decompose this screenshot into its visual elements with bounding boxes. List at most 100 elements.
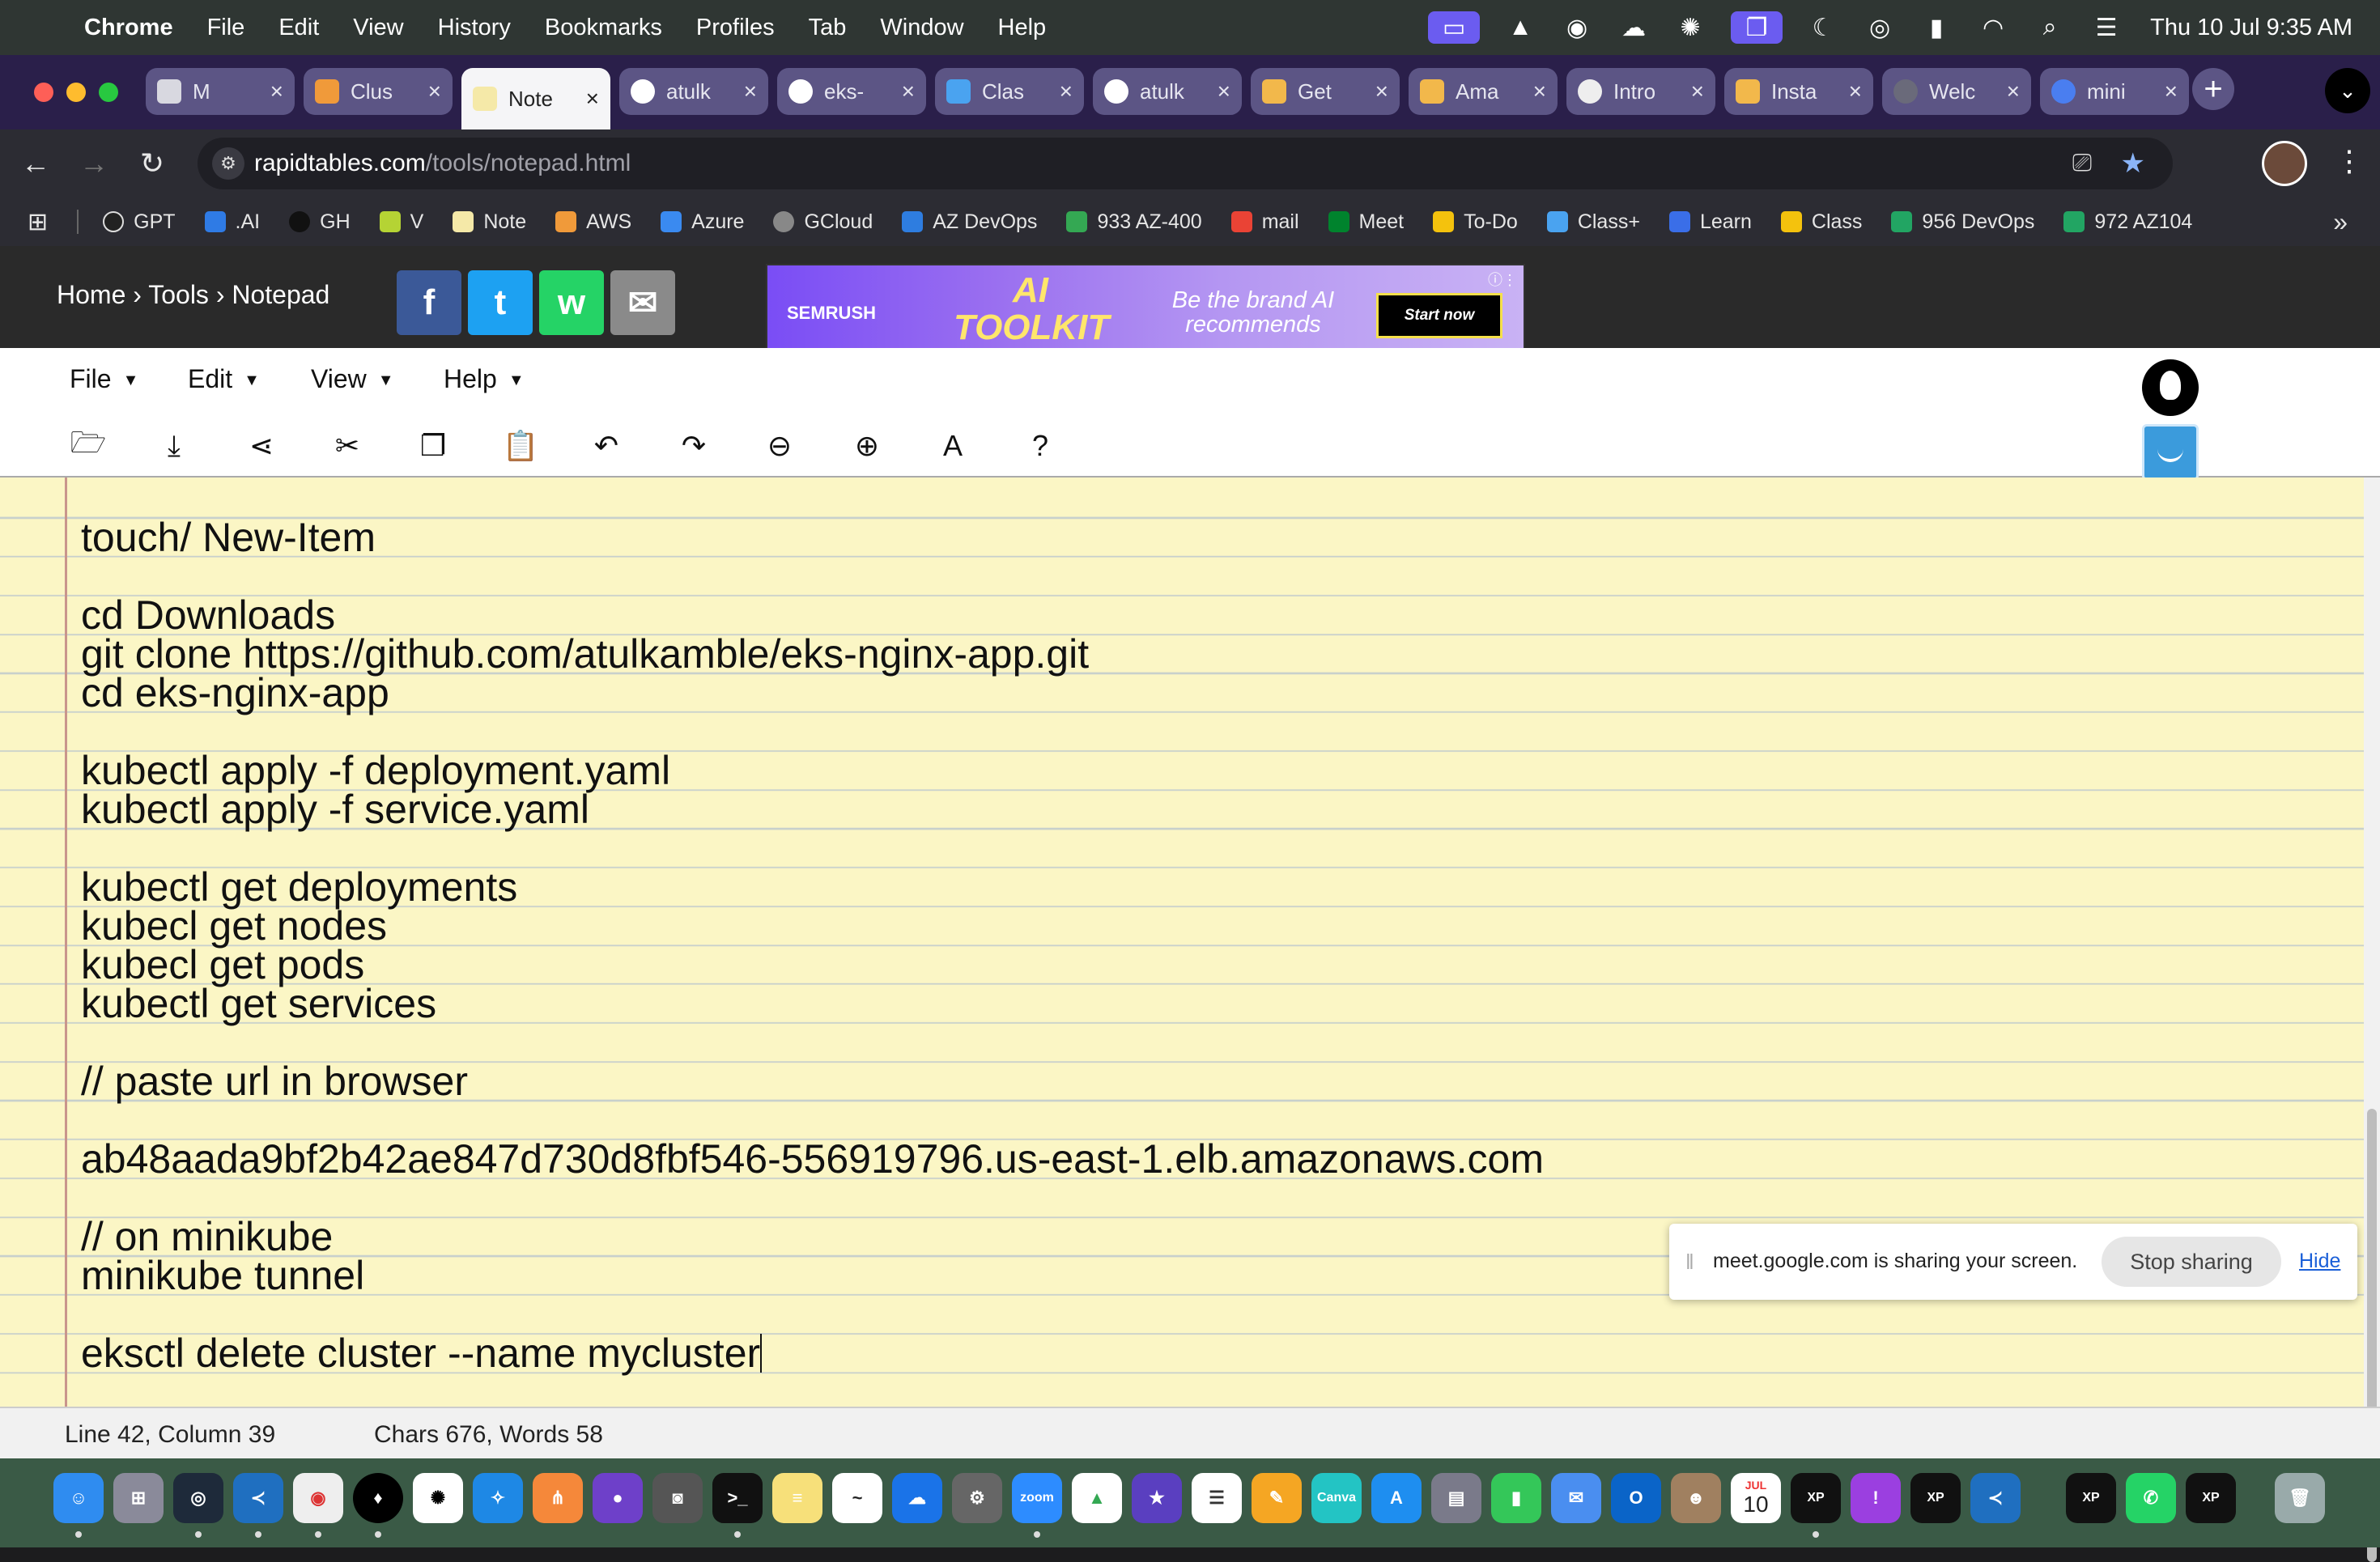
tab-8[interactable]: Ama × <box>1409 68 1558 115</box>
bookmark-933-az-400[interactable]: 933 AZ-400 <box>1066 210 1202 234</box>
bookmark-mail[interactable]: mail <box>1230 210 1299 234</box>
tab-11[interactable]: Welc × <box>1882 68 2031 115</box>
undo-icon[interactable]: ↶ <box>588 427 625 465</box>
close-tab-icon[interactable]: × <box>1375 79 1388 104</box>
mail-icon[interactable]: ✉ <box>1551 1473 1601 1523</box>
email-share-icon[interactable]: ✉ <box>610 270 675 335</box>
editor-menu-help[interactable]: Help ▼ <box>444 364 525 394</box>
whatsapp-share-icon[interactable]: w <box>539 270 604 335</box>
close-tab-icon[interactable]: × <box>1218 79 1230 104</box>
xppen-icon[interactable]: XP <box>1791 1473 1841 1523</box>
drive-icon[interactable]: ▲ <box>1504 11 1536 44</box>
tab-search-chevron-icon[interactable]: ⌄ <box>2325 68 2370 113</box>
bookmark-ai[interactable]: .AI <box>204 210 260 234</box>
contacts-icon[interactable]: ☻ <box>1671 1473 1721 1523</box>
ad-info-icon[interactable]: ⓘ⋮ <box>1488 269 1517 290</box>
breadcrumb[interactable]: Home › Tools › Notepad <box>57 280 329 310</box>
preview-icon[interactable]: ▤ <box>1431 1473 1481 1523</box>
new-tab-button[interactable]: + <box>2192 68 2234 110</box>
close-tab-icon[interactable]: × <box>1691 79 1704 104</box>
minimize-window-button[interactable] <box>66 83 86 102</box>
menu-app-name[interactable]: Chrome <box>84 15 173 41</box>
launchpad-icon[interactable]: ⊞ <box>113 1473 164 1523</box>
open-folder-icon[interactable]: 🗁 <box>70 426 107 465</box>
imovie-icon[interactable]: ★ <box>1132 1473 1182 1523</box>
canva-icon[interactable]: Canva <box>1311 1473 1362 1523</box>
hide-share-notice-link[interactable]: Hide <box>2299 1250 2340 1273</box>
tab-0[interactable]: M × <box>146 68 295 115</box>
system-settings-icon[interactable]: ⚙ <box>952 1473 1002 1523</box>
paste-clipboard-icon[interactable]: 📋 <box>502 427 539 465</box>
numbers-icon[interactable]: ▮ <box>1491 1473 1541 1523</box>
tab-5[interactable]: Clas × <box>935 68 1084 115</box>
trash-icon[interactable]: 🗑 <box>2275 1473 2325 1523</box>
menu-profiles[interactable]: Profiles <box>696 15 775 41</box>
editor-menu-edit[interactable]: Edit ▼ <box>188 364 260 394</box>
menu-history[interactable]: History <box>438 15 511 41</box>
redo-icon[interactable]: ↷ <box>675 427 712 465</box>
wifi-icon[interactable]: ◠ <box>1977 11 2009 44</box>
reload-icon[interactable]: ↻ <box>133 144 172 183</box>
twitter-share-icon[interactable]: t <box>468 270 533 335</box>
menu-file[interactable]: File <box>207 15 245 41</box>
close-tab-icon[interactable]: × <box>586 86 599 112</box>
xppen-icon[interactable]: XP <box>2186 1473 2236 1523</box>
apps-grid-icon[interactable]: ⊞ <box>28 208 48 236</box>
editor-text[interactable]: touch/ New-Item cd Downloads git clone ht… <box>81 479 1544 1407</box>
zoom-in-icon[interactable]: ⊕ <box>848 427 886 465</box>
spotlight-search-icon[interactable]: ⌕ <box>2034 11 2066 44</box>
editor-scrollbar[interactable] <box>2364 478 2380 1562</box>
zoom-window-button[interactable] <box>99 83 118 102</box>
ad-banner[interactable]: SEMRUSH AI TOOLKIT Be the brand AI recom… <box>766 264 1525 361</box>
close-tab-icon[interactable]: × <box>1533 79 1546 104</box>
menu-tab[interactable]: Tab <box>809 15 847 41</box>
extension-logo-icon[interactable] <box>2142 359 2199 416</box>
xppen-icon[interactable]: XP <box>2066 1473 2116 1523</box>
menu-window[interactable]: Window <box>880 15 963 41</box>
tab-2[interactable]: Note × <box>461 68 610 129</box>
tab-9[interactable]: Intro × <box>1566 68 1715 115</box>
facebook-share-icon[interactable]: f <box>397 270 461 335</box>
finder-icon[interactable]: ☺ <box>53 1473 104 1523</box>
onedrive-icon[interactable]: ☁ <box>892 1473 942 1523</box>
feedback-widget-icon[interactable] <box>2142 424 2199 481</box>
freeform-icon[interactable]: ~ <box>832 1473 882 1523</box>
download-icon[interactable]: ⤓ <box>155 427 193 465</box>
focus-moon-icon[interactable]: ☾ <box>1807 11 1839 44</box>
bookmark-az-devops[interactable]: AZ DevOps <box>902 210 1037 234</box>
pages-icon[interactable]: ✎ <box>1252 1473 1302 1523</box>
reminders-icon[interactable]: ☰ <box>1192 1473 1242 1523</box>
chatgpt-app-icon[interactable]: ✺ <box>413 1473 463 1523</box>
bookmark-azure[interactable]: Azure <box>661 210 744 234</box>
spellcheck-icon[interactable]: A <box>934 427 971 465</box>
window-switcher-icon[interactable]: ❐ <box>1731 11 1783 44</box>
site-info-icon[interactable]: ⚙ <box>212 147 244 180</box>
vscode-icon[interactable]: ≺ <box>233 1473 283 1523</box>
ghost-app-icon[interactable]: ♦ <box>353 1473 403 1523</box>
zoom-icon[interactable]: zoom <box>1012 1473 1062 1523</box>
drag-handle-icon[interactable]: ‖ <box>1685 1250 1694 1275</box>
chrome-icon[interactable]: ◉ <box>293 1473 343 1523</box>
bookmark-gh[interactable]: GH <box>289 210 351 234</box>
menubar-clock[interactable]: Thu 10 Jul 9:35 AM <box>2150 15 2352 41</box>
bookmark-972-az104[interactable]: 972 AZ104 <box>2063 210 2192 234</box>
google-drive-icon[interactable]: ▲ <box>1072 1473 1122 1523</box>
back-arrow-icon[interactable]: ← <box>16 144 55 183</box>
menu-bookmarks[interactable]: Bookmarks <box>545 15 662 41</box>
bookmark-aws[interactable]: AWS <box>555 210 631 234</box>
screen-share-icon[interactable]: ▭ <box>1428 11 1481 44</box>
terminal-icon[interactable]: >_ <box>712 1473 763 1523</box>
editor-menu-view[interactable]: View ▼ <box>311 364 394 394</box>
github-desktop-icon[interactable]: ● <box>593 1473 643 1523</box>
copy-icon[interactable]: ❐ <box>414 427 452 465</box>
control-center-icon[interactable]: ☰ <box>2090 11 2123 44</box>
cut-scissors-icon[interactable]: ✂ <box>329 427 366 465</box>
app-store-icon[interactable]: A <box>1371 1473 1422 1523</box>
forward-arrow-icon[interactable]: → <box>74 144 113 183</box>
editor-menu-file[interactable]: File ▼ <box>70 364 138 394</box>
whatsapp-icon[interactable]: ✆ <box>2126 1473 2176 1523</box>
cloud-icon[interactable]: ☁ <box>1617 11 1650 44</box>
address-bar[interactable]: ⚙ rapidtables.com/tools/notepad.html ⎚ ★ <box>198 138 2173 189</box>
close-tab-icon[interactable]: × <box>428 79 441 104</box>
tab-7[interactable]: Get × <box>1251 68 1400 115</box>
